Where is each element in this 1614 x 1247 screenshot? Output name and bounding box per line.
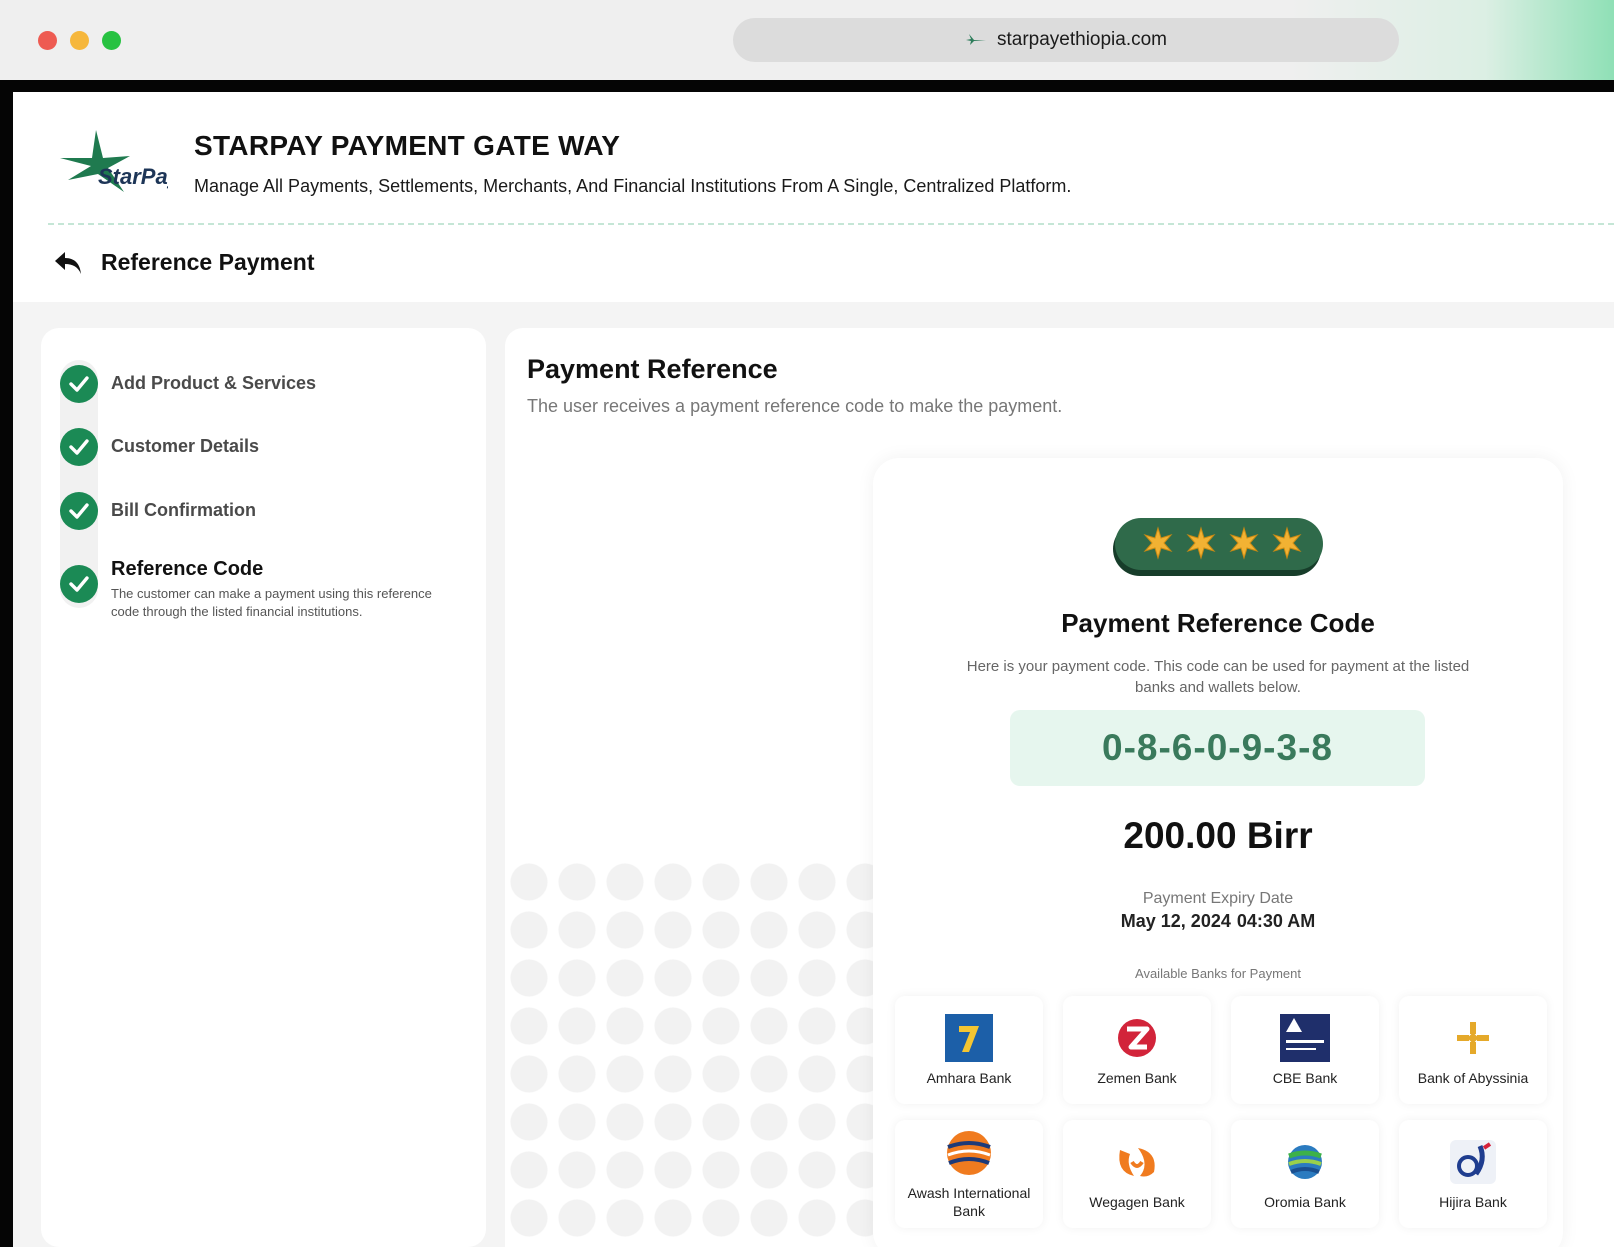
bank-card-zemen[interactable]: Zemen Bank [1063,996,1211,1104]
step-reference-code[interactable]: Reference Code The customer can make a p… [60,550,461,621]
reference-code-box[interactable]: 0-8-6-0-9-3-8 [1010,710,1425,786]
check-icon [60,492,98,530]
bank-name: Zemen Bank [1097,1070,1177,1086]
expiry-value: May 12, 2024 04:30 AM [873,911,1563,932]
header-divider [48,223,1614,225]
password-stars-icon [1111,516,1325,578]
reference-code-value: 0-8-6-0-9-3-8 [1102,727,1333,768]
maximize-window-button[interactable] [102,31,121,50]
hijira-bank-logo-icon [1448,1137,1498,1187]
awash-bank-logo-icon [944,1128,994,1178]
expiry-label: Payment Expiry Date [1142,890,1294,907]
zemen-bank-logo-icon [1112,1013,1162,1063]
bank-name: Awash International Bank [907,1185,1031,1219]
payment-amount: 200.00 Birr [1123,815,1313,856]
step-label: Add Product & Services [111,373,317,393]
check-icon [60,565,98,603]
banks-grid: Amhara Bank Zemen Bank CBE Bank Bank of … [895,996,1547,1228]
reference-code-title: Payment Reference Code [1061,608,1375,638]
bank-card-wegagen[interactable]: Wegagen Bank [1063,1120,1211,1228]
main-subtitle: The user receives a payment reference co… [527,396,1063,416]
logo-text: StarPay [98,164,168,189]
abyssinia-bank-logo-icon [1448,1013,1498,1063]
cbe-bank-logo-icon [1280,1013,1330,1063]
bank-name: Hijira Bank [1439,1194,1507,1210]
window-frame [0,80,1614,92]
bank-card-cbe[interactable]: CBE Bank [1231,996,1379,1104]
expiry-time: 04:30 AM [1236,911,1316,931]
reference-code-panel: Payment Reference Code Here is your paym… [873,458,1563,1247]
bank-card-abyssinia[interactable]: Bank of Abyssinia [1399,996,1547,1104]
window-controls [38,31,121,50]
reference-code-description: Here is your payment code. This code can… [966,658,1470,696]
brand-title: STARPAY PAYMENT GATE WAY [194,130,621,161]
step-add-product[interactable]: Add Product & Services [60,365,316,403]
step-description: The customer can make a payment using th… [111,586,432,619]
window-frame-left [0,80,13,1247]
back-arrow-icon[interactable] [53,250,83,276]
brand-subtitle: Manage All Payments, Settlements, Mercha… [194,176,1072,196]
amhara-bank-logo-icon [944,1013,994,1063]
step-bill-confirmation[interactable]: Bill Confirmation [60,492,256,530]
url-text: starpayethiopia.com [996,29,1168,50]
bank-card-awash[interactable]: Awash International Bank [895,1120,1043,1228]
bank-name: Oromia Bank [1264,1194,1346,1210]
steps-panel: Add Product & Services Customer Details … [41,328,486,1247]
close-window-button[interactable] [38,31,57,50]
address-bar[interactable]: starpayethiopia.com [733,18,1399,62]
bank-name: Bank of Abyssinia [1417,1070,1529,1086]
starpay-logo: StarPay [58,128,182,198]
page-header: StarPay STARPAY PAYMENT GATE WAY Manage … [13,92,1614,302]
background-pattern [505,858,875,1247]
oromia-bank-logo-icon [1280,1137,1330,1187]
bank-card-oromia[interactable]: Oromia Bank [1231,1120,1379,1228]
wegagen-bank-logo-icon [1112,1137,1162,1187]
step-label: Customer Details [111,436,260,456]
expiry-date: May 12, 2024 [1120,911,1231,931]
bank-name: CBE Bank [1272,1070,1338,1086]
check-icon [60,428,98,466]
bank-name: Amhara Bank [926,1070,1012,1086]
minimize-window-button[interactable] [70,31,89,50]
page: StarPay STARPAY PAYMENT GATE WAY Manage … [13,92,1614,1247]
favicon-icon [965,32,987,49]
banks-label: Available Banks for Payment [1135,966,1301,981]
check-icon [60,365,98,403]
bank-name: Wegagen Bank [1089,1194,1185,1210]
page-title: Reference Payment [101,249,315,275]
bank-card-amhara[interactable]: Amhara Bank [895,996,1043,1104]
step-label: Bill Confirmation [111,500,256,520]
step-label: Reference Code [111,558,264,580]
step-customer-details[interactable]: Customer Details [60,428,259,466]
bank-card-hijira[interactable]: Hijira Bank [1399,1120,1547,1228]
main-title: Payment Reference [527,354,778,384]
browser-chrome: starpayethiopia.com [0,0,1614,80]
main-panel: Payment Reference The user receives a pa… [505,328,1614,1247]
